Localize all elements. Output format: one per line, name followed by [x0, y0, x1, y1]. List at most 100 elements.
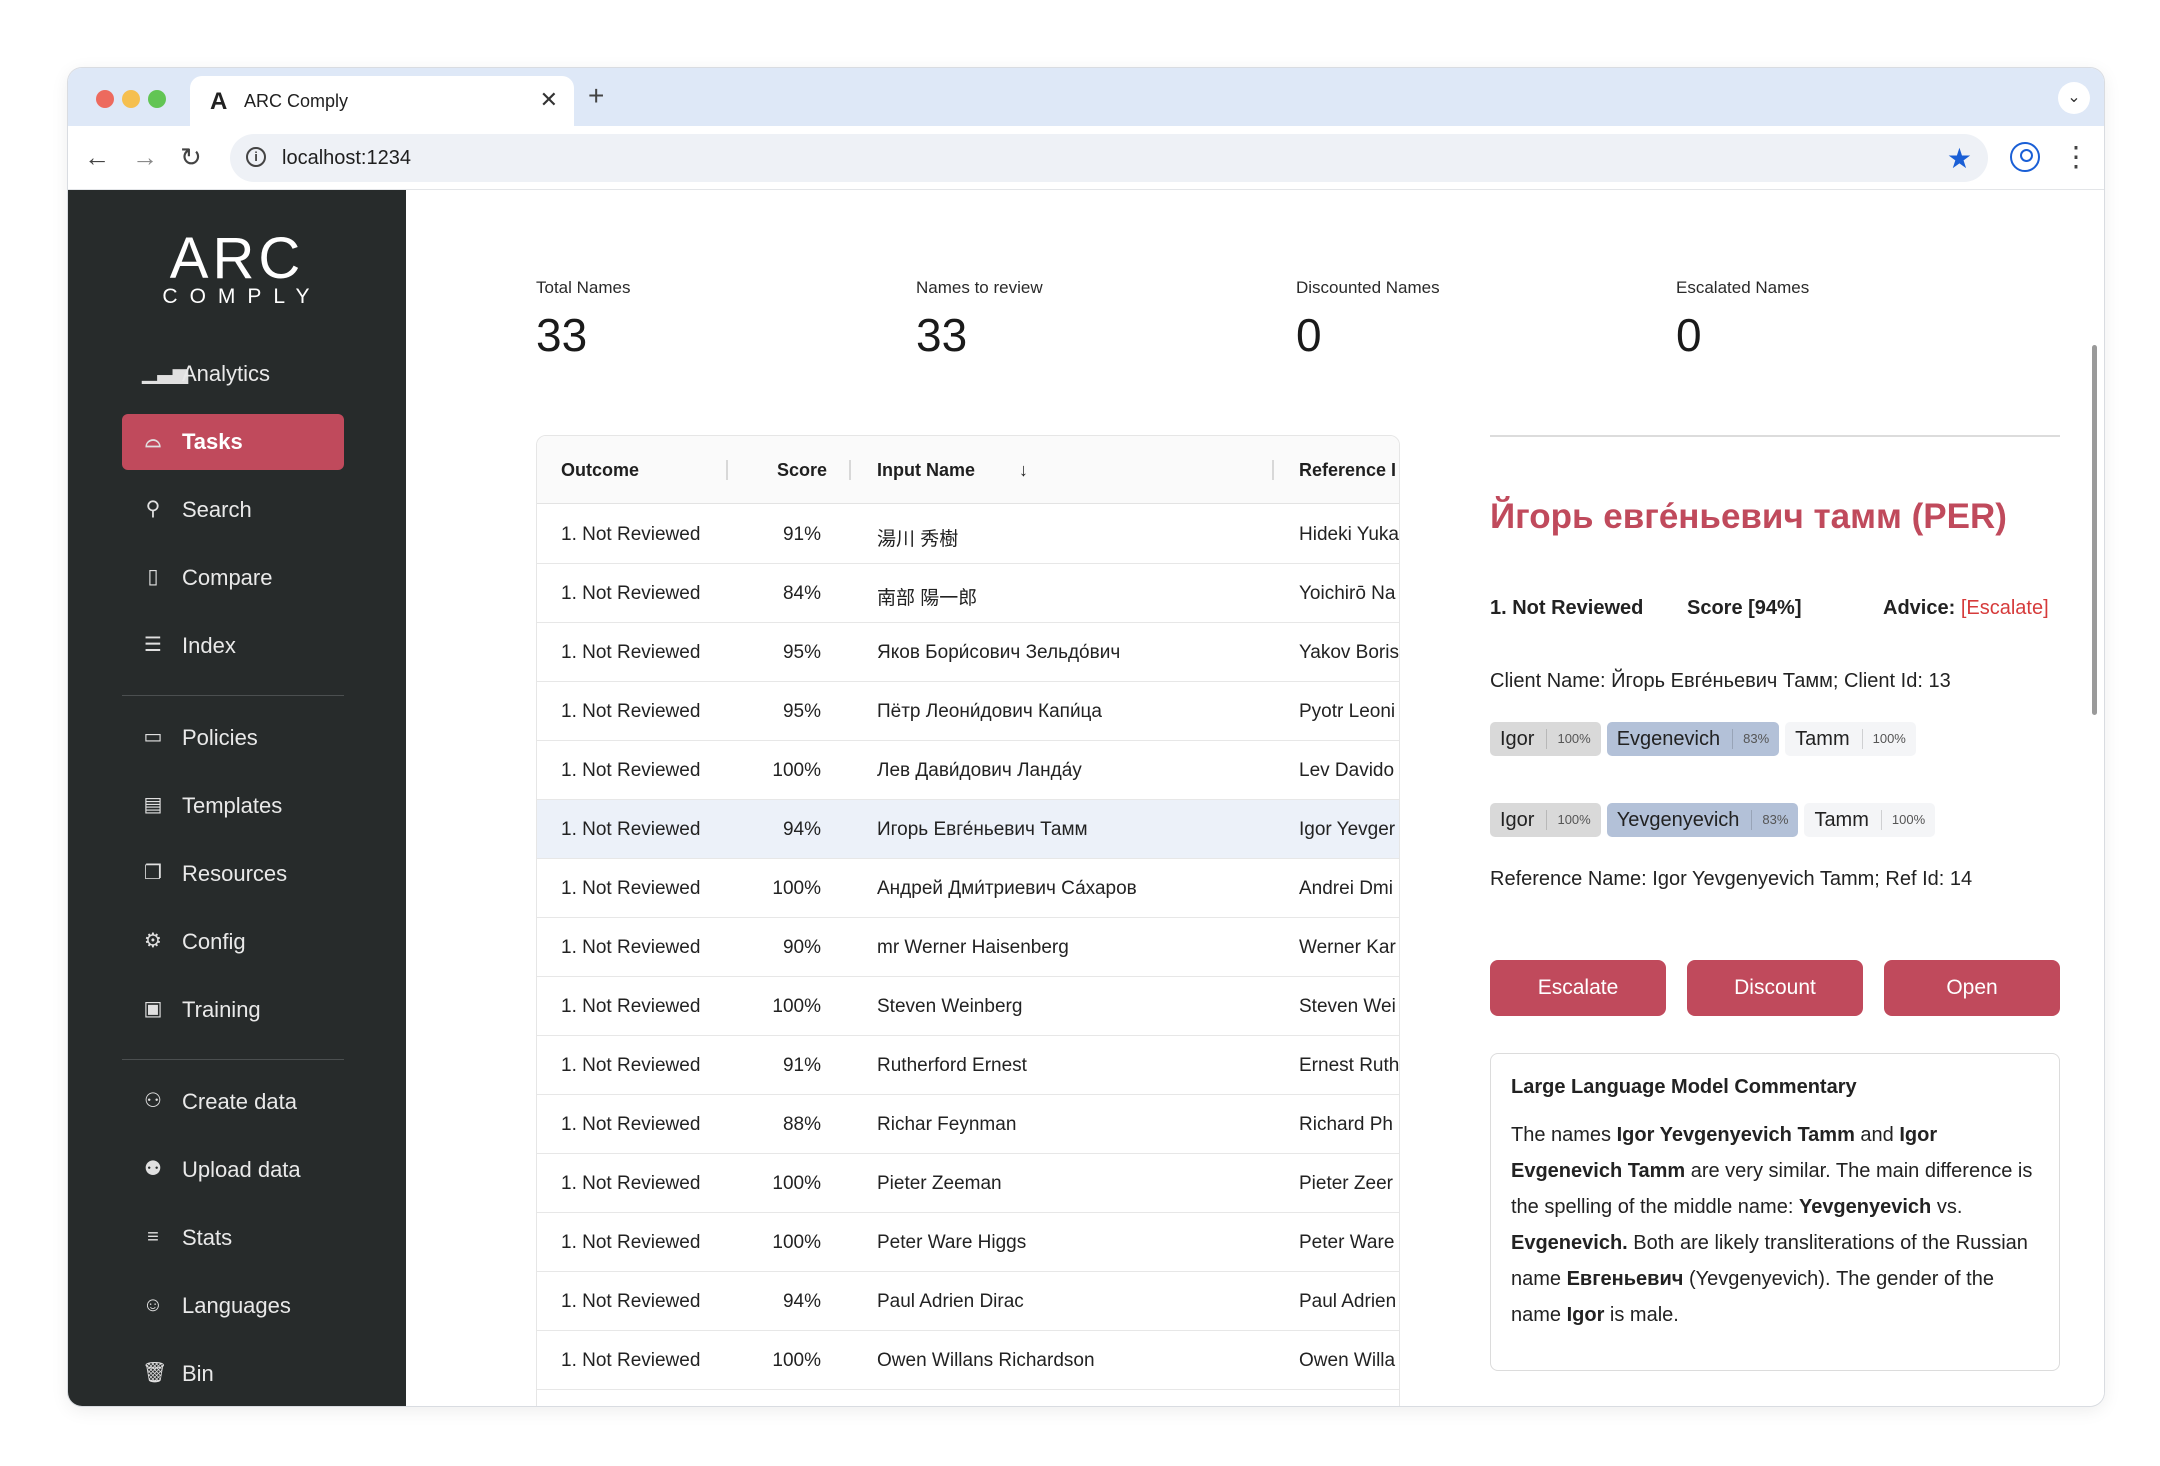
sidebar-divider	[122, 695, 344, 696]
browser-window: A ARC Comply ✕ + ⌄ ← → ↻ i localhost:123…	[68, 68, 2104, 1406]
maximize-window-button[interactable]	[148, 90, 166, 108]
browser-menu-icon[interactable]: ⋮	[2062, 140, 2090, 173]
sidebar-item-stats[interactable]: ≡ Stats	[122, 1210, 344, 1266]
table-row[interactable]: 1. Not Reviewed 100% Owen Willans Richards…	[537, 1331, 1399, 1390]
back-arrow-icon[interactable]: ←	[84, 142, 110, 173]
bookmark-star-icon[interactable]: ★	[1947, 142, 1972, 175]
open-button[interactable]: Open	[1884, 960, 2060, 1016]
table-header: Outcome Score Input Name ↓ Reference I	[537, 436, 1399, 504]
header-score[interactable]: Score	[777, 460, 827, 481]
score-cell: 95%	[782, 701, 821, 722]
table-row[interactable]: 1. Not Reviewed 91% Rutherford Ernest Ernes…	[537, 1036, 1399, 1095]
reference-name-cell: Pieter Zeer	[1299, 1173, 1393, 1194]
score-cell: 88%	[782, 1114, 821, 1135]
sidebar-item-index[interactable]: ☰ Index	[122, 618, 344, 674]
table-row[interactable]: 1. Not Reviewed 100% Андрей Дми́триевич Са…	[537, 859, 1399, 918]
score-cell: 91%	[782, 1055, 821, 1076]
trash-icon: 🗑	[142, 1362, 168, 1384]
table-row[interactable]: 1. Not Reviewed 100% Peter Ware Higgs Peter…	[537, 1213, 1399, 1272]
table-row[interactable]: 1. Not Reviewed 95% Пётр Леони́дович Капи́…	[537, 682, 1399, 741]
sidebar-item-search[interactable]: ⚲ Search	[122, 482, 344, 538]
input-name-cell: Яков Бори́сович Зельдо́вич	[877, 642, 1121, 663]
table-row[interactable]: 1. Not Reviewed 84% 南部 陽一郎 Yoichirō Na	[537, 564, 1399, 623]
column-resize-handle[interactable]	[726, 460, 728, 480]
sidebar-item-tasks[interactable]: ⌓ Tasks	[122, 414, 344, 470]
table-row[interactable]: 1. Not Reviewed 95% Яков Бори́сович Зельдо…	[537, 623, 1399, 682]
table-row[interactable]: 1. Not Reviewed 94% Paul Adrien Dirac Paul …	[537, 1272, 1399, 1331]
sidebar-item-resources[interactable]: ❐ Resources	[122, 846, 344, 902]
score-cell: 84%	[782, 583, 821, 604]
score-cell: 94%	[782, 819, 821, 840]
new-tab-icon[interactable]: +	[588, 80, 604, 112]
stat-discounted-names: Discounted Names 0	[1296, 278, 1440, 361]
search-icon: ⚲	[145, 498, 161, 520]
robot-icon: ☺	[142, 1294, 164, 1316]
sidebar-item-policies[interactable]: ▭ Policies	[122, 710, 344, 766]
outcome-cell: 1. Not Reviewed	[561, 701, 701, 722]
input-name-cell: Лев Дави́дович Ланда́у	[877, 760, 1082, 781]
sidebar-item-bin[interactable]: 🗑 Bin	[122, 1346, 344, 1402]
sidebar-item-compare[interactable]: ▯ Compare	[122, 550, 344, 606]
sidebar-item-analytics[interactable]: ▁▃▅ Analytics	[122, 346, 344, 402]
close-tab-icon[interactable]: ✕	[540, 87, 558, 113]
url-text[interactable]: localhost:1234	[282, 147, 411, 170]
table-row[interactable]: 1. Not Reviewed 90% mr Werner Haisenberg We…	[537, 918, 1399, 977]
table-row[interactable]: 1. Not Reviewed 100% Pieter Zeeman Pieter Z…	[537, 1154, 1399, 1213]
chip-icon: ▣	[143, 998, 163, 1020]
close-window-button[interactable]	[96, 90, 114, 108]
outcome-cell: 1. Not Reviewed	[561, 760, 701, 781]
advice-text: Advice: [Escalate]	[1883, 597, 2049, 619]
gear-icon: ⚙	[144, 930, 162, 952]
sidebar-item-training[interactable]: ▣ Training	[122, 982, 344, 1038]
input-name-cell: Owen Willans Richardson	[877, 1350, 1095, 1371]
reference-name-cell: Steven Wei	[1299, 996, 1396, 1017]
sidebar-item-templates[interactable]: ▤ Templates	[122, 778, 344, 834]
token-chip: Igor 100%	[1490, 722, 1601, 756]
header-outcome[interactable]: Outcome	[561, 460, 639, 481]
discount-button[interactable]: Discount	[1687, 960, 1863, 1016]
token-chip: Yevgenyevich 83%	[1606, 803, 1799, 837]
reference-name-cell: Ernest Ruth	[1299, 1055, 1399, 1076]
outcome-cell: 1. Not Reviewed	[561, 1291, 701, 1312]
arrow-down-icon[interactable]: ↓	[1019, 460, 1028, 481]
column-resize-handle[interactable]	[849, 460, 851, 480]
table-row[interactable]: 1. Not Reviewed 91% 湯川 秀樹 Hideki Yuka	[537, 505, 1399, 564]
outcome-cell: 1. Not Reviewed	[561, 1055, 701, 1076]
sidebar-item-languages[interactable]: ☺ Languages	[122, 1278, 344, 1334]
vertical-scrollbar[interactable]	[2092, 345, 2097, 715]
clipboard-icon: ▯	[147, 566, 159, 588]
reload-icon[interactable]: ↻	[180, 142, 202, 173]
column-resize-handle[interactable]	[1272, 460, 1274, 480]
table-row[interactable]: 1. Not Reviewed 94% Игорь Евге́ньевич Тамм…	[537, 800, 1399, 859]
sidebar-item-config[interactable]: ⚙ Config	[122, 914, 344, 970]
outcome-cell: 1. Not Reviewed	[561, 1173, 701, 1194]
table-row[interactable]: 1. Not Reviewed 100% Steven Weinberg Steven…	[537, 977, 1399, 1036]
document-icon: ▭	[143, 726, 163, 748]
input-name-cell: 湯川 秀樹	[877, 529, 959, 550]
minimize-window-button[interactable]	[122, 90, 140, 108]
status-label: 1. Not Reviewed	[1490, 597, 1644, 619]
browser-tab[interactable]: A ARC Comply ✕	[190, 76, 574, 126]
list-index-icon: ☰	[144, 634, 162, 656]
arc-comply-logo: ARC COMPLY	[162, 226, 322, 308]
address-bar[interactable]: i localhost:1234 ★	[230, 134, 1988, 182]
profile-icon[interactable]	[2010, 142, 2040, 172]
header-reference[interactable]: Reference I	[1299, 460, 1396, 481]
tab-search-chevron-icon[interactable]: ⌄	[2058, 82, 2090, 114]
site-info-icon[interactable]: i	[246, 147, 266, 167]
escalate-button[interactable]: Escalate	[1490, 960, 1666, 1016]
table-row[interactable]: 1. Not Reviewed 100% Лев Дави́дович Ланда́…	[537, 741, 1399, 800]
score-cell: 94%	[782, 1291, 821, 1312]
sidebar-item-create-data[interactable]: ⚇ Create data	[122, 1074, 344, 1130]
outcome-cell: 1. Not Reviewed	[561, 878, 701, 899]
input-name-cell: Peter Ware Higgs	[877, 1232, 1027, 1253]
forward-arrow-icon[interactable]: →	[132, 142, 158, 173]
score-cell: 100%	[772, 996, 821, 1017]
sidebar-item-upload-data[interactable]: ⚉ Upload data	[122, 1142, 344, 1198]
reference-name-cell: Richard Ph	[1299, 1114, 1393, 1135]
table-row[interactable]: 1. Not Reviewed 88% Richar Feynman Richard …	[537, 1095, 1399, 1154]
browser-toolbar: ← → ↻ i localhost:1234 ★ ⋮	[68, 126, 2104, 190]
score-cell: 95%	[782, 642, 821, 663]
reference-name-cell: Paul Adrien	[1299, 1291, 1397, 1312]
header-input-name[interactable]: Input Name	[877, 460, 975, 481]
